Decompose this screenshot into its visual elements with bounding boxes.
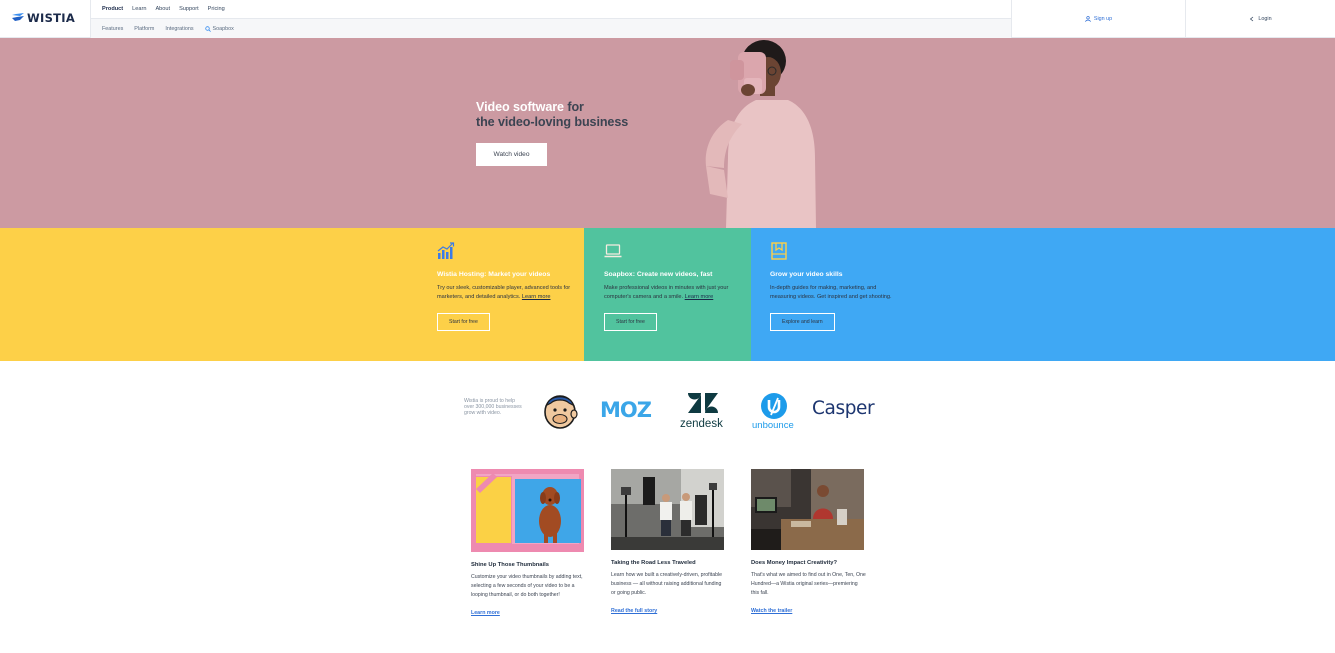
nav-column: Product Learn About Support Pricing Feat… — [90, 0, 1012, 38]
hero-person-image — [705, 40, 816, 228]
subnav-soapbox-label: Soapbox — [212, 25, 234, 32]
primary-nav: Product Learn About Support Pricing — [91, 0, 1011, 19]
feature-title: Wistia Hosting: Market your videos — [437, 271, 551, 278]
subnav-features[interactable]: Features — [102, 26, 123, 32]
subnav-platform[interactable]: Platform — [134, 26, 154, 32]
story-link[interactable]: Read the full story — [611, 608, 657, 614]
signup-label: Sign up — [1093, 16, 1113, 22]
start-free-button[interactable]: Start for free — [437, 312, 490, 331]
login-link[interactable]: Login — [1186, 0, 1335, 38]
feature-band-learn: Grow your video skills In-depth guides f… — [751, 228, 1335, 361]
feature-learn-more-link[interactable]: Learn more — [522, 294, 551, 300]
story-title: Does Money Impact Creativity? — [751, 560, 838, 566]
story-title: Taking the Road Less Traveled — [611, 560, 696, 566]
start-free-button[interactable]: Start for free — [604, 312, 657, 331]
studio-story-image[interactable] — [611, 469, 724, 550]
story-desc: Customize your video thumbnails by addin… — [471, 574, 583, 598]
user-icon — [1085, 16, 1091, 22]
feature-desc: Try our sleek, customizable player, adva… — [437, 284, 572, 303]
story-link[interactable]: Watch the trailer — [751, 608, 792, 614]
story-card-money-creativity: Does Money Impact Creativity? That's wha… — [751, 469, 867, 617]
laptop-icon — [604, 244, 622, 258]
subnav-integrations[interactable]: Integrations — [165, 26, 193, 32]
nav-product[interactable]: Product — [102, 6, 123, 12]
hero-title-highlight: Video software — [476, 100, 564, 114]
login-label: Login — [1258, 16, 1272, 22]
hero-title: Video software for the video-loving busi… — [476, 100, 628, 130]
hero-banner: Video software for the video-loving busi… — [0, 38, 1335, 228]
login-icon — [1250, 16, 1254, 22]
chart-icon — [437, 242, 455, 259]
unbounce-logo: unbounce — [752, 420, 794, 431]
feature-band-soapbox: Soapbox: Create new videos, fast Make pr… — [584, 228, 751, 361]
feature-card-soapbox: Soapbox: Create new videos, fast Make pr… — [604, 242, 732, 331]
story-card-road-less-traveled: Taking the Road Less Traveled Learn how … — [611, 469, 727, 617]
hero-title-line2: the video-loving business — [476, 115, 629, 129]
feature-learn-more-link[interactable]: Learn more — [685, 294, 714, 300]
subnav-soapbox[interactable]: Soapbox — [204, 25, 234, 32]
nav-support[interactable]: Support — [179, 6, 199, 12]
zendesk-mark-icon — [688, 393, 718, 413]
signup-link[interactable]: Sign up — [1012, 0, 1186, 38]
wistia-logo[interactable]: WISTIA — [12, 11, 75, 25]
nav-learn[interactable]: Learn — [132, 6, 146, 12]
nav-pricing[interactable]: Pricing — [208, 6, 225, 12]
feature-card-hosting: Wistia Hosting: Market your videos Try o… — [437, 242, 572, 331]
feature-card-learn: Grow your video skills In-depth guides f… — [770, 242, 898, 331]
hero-title-rest: for — [563, 100, 584, 114]
feature-desc: Make professional videos in minutes with… — [604, 284, 732, 303]
zendesk-logo: zendesk — [680, 418, 723, 430]
story-desc: Learn how we built a creatively-driven, … — [611, 572, 723, 596]
wistia-mark-icon — [12, 13, 24, 21]
watch-video-button[interactable]: Watch video — [476, 143, 547, 166]
casper-logo: Casper — [812, 398, 875, 419]
mailchimp-logo — [544, 395, 578, 429]
feature-title: Grow your video skills — [770, 271, 843, 278]
story-card-thumbnails: Shine Up Those Thumbnails Customize your… — [471, 469, 587, 619]
story-link[interactable]: Learn more — [471, 610, 500, 616]
customers-blurb: Wistia is proud to help over 300,000 bus… — [464, 398, 522, 417]
feature-desc: In-depth guides for making, marketing, a… — [770, 284, 892, 301]
unbounce-mark-icon — [761, 393, 787, 419]
series-story-image[interactable] — [751, 469, 864, 550]
site-header: WISTIA Product Learn About Support Prici… — [0, 0, 1335, 38]
thumbnail-story-image[interactable] — [471, 469, 584, 552]
story-title: Shine Up Those Thumbnails — [471, 562, 549, 568]
moz-logo: MOZ — [600, 398, 652, 422]
feature-title: Soapbox: Create new videos, fast — [604, 271, 713, 278]
soapbox-icon — [204, 25, 211, 32]
book-icon — [771, 242, 787, 260]
secondary-nav: Features Platform Integrations Soapbox — [91, 19, 1011, 38]
brand-name: WISTIA — [27, 11, 76, 25]
explore-learn-button[interactable]: Explore and learn — [770, 312, 835, 331]
nav-about[interactable]: About — [155, 6, 170, 12]
story-desc: That's what we aimed to find out in One,… — [751, 572, 866, 596]
feature-band-hosting: Wistia Hosting: Market your videos Try o… — [0, 228, 584, 361]
